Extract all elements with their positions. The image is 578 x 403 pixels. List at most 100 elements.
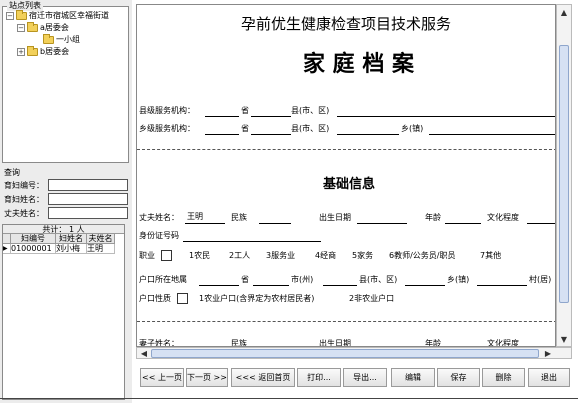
column-header[interactable]: 夫姓名 <box>87 234 115 244</box>
blank-line <box>357 223 407 224</box>
section-divider <box>137 149 555 150</box>
query-row: 丈夫姓名： <box>4 207 128 219</box>
blank-line <box>527 223 555 224</box>
occupation-option: 3服务业 <box>266 251 296 260</box>
husband-name-label: 丈夫姓名： <box>139 213 179 222</box>
county-label: 县(市、区) <box>359 275 398 284</box>
occupation-option: 5家务 <box>352 251 374 260</box>
tree-node-a-committee[interactable]: − a居委会 <box>17 22 69 34</box>
folder-icon <box>43 34 54 44</box>
occupation-option: 6教师/公务员/职员 <box>389 251 456 260</box>
village-label: 村(居) <box>529 275 552 284</box>
town-org-label: 乡级服务机构： <box>139 124 195 133</box>
tree-node-label: 一小组 <box>56 35 80 44</box>
husband-name-value: 王明 <box>187 212 203 221</box>
tree-node-b-committee[interactable]: + b居委会 <box>17 46 69 58</box>
next-page-button[interactable]: 下一页 >> <box>186 368 228 387</box>
birth-date-label: 出生日期 <box>319 213 351 222</box>
record-grid: 共计： 1 人 妇编号 妇姓名 夫姓名 ▶ 01000001 刘小梅 王明 <box>2 224 125 400</box>
exit-button[interactable]: 退出 <box>528 368 570 387</box>
folder-icon <box>27 46 38 56</box>
section-title: 基础信息 <box>323 177 376 192</box>
grid-header: 妇编号 妇姓名 夫姓名 <box>3 234 124 244</box>
prev-page-button[interactable]: << 上一页 <box>140 368 184 387</box>
blank-line <box>183 241 321 242</box>
scroll-thumb[interactable] <box>559 45 569 303</box>
blank-line <box>253 285 289 286</box>
save-button[interactable]: 保存 <box>437 368 480 387</box>
hukou-option: 1农业户口(含界定为农村居民者) <box>199 294 315 303</box>
blank-line <box>185 223 225 224</box>
query-row: 育妇编号： <box>4 179 128 191</box>
column-header[interactable]: 妇编号 <box>11 234 56 244</box>
education-label: 文化程度 <box>487 339 519 347</box>
township-label: 乡(镇) <box>401 124 424 133</box>
wife-name-input[interactable] <box>48 193 128 205</box>
row-selector-icon: ▶ <box>3 244 11 254</box>
province-label: 省 <box>241 275 249 284</box>
first-page-button[interactable]: <<< 返回首页 <box>231 368 295 387</box>
vertical-scrollbar[interactable]: ▲ ▼ <box>556 4 572 347</box>
expand-icon[interactable]: + <box>17 48 25 56</box>
left-panel: 站点列表 − 宿迁市宿城区幸福街道 − a居委会 一小组 + b居委会 查询 育… <box>0 0 132 403</box>
province-label: 省 <box>241 124 249 133</box>
section-divider <box>137 321 555 322</box>
table-cell[interactable]: 01000001 <box>11 244 56 254</box>
occupation-option: 2工人 <box>229 251 251 260</box>
blank-line <box>205 134 239 135</box>
delete-button[interactable]: 删除 <box>482 368 525 387</box>
button-bar: << 上一页 下一页 >> <<< 返回首页 打印... 导出... 编辑 保存… <box>136 368 574 388</box>
query-group: 查询 育妇编号： 育妇姓名： 丈夫姓名： <box>2 168 129 221</box>
folder-icon <box>16 10 27 20</box>
blank-line <box>337 134 399 135</box>
query-label: 育妇编号： <box>4 180 44 190</box>
export-button[interactable]: 导出... <box>343 368 387 387</box>
record-count: 共计： 1 人 <box>3 225 124 234</box>
province-label: 省 <box>241 106 249 115</box>
occupation-option: 7其他 <box>480 251 502 260</box>
site-tree: 站点列表 − 宿迁市宿城区幸福街道 − a居委会 一小组 + b居委会 <box>2 1 129 163</box>
tree-node-street[interactable]: − 宿迁市宿城区幸福街道 <box>6 10 109 22</box>
ethnicity-label: 民族 <box>231 339 247 347</box>
print-button[interactable]: 打印... <box>297 368 341 387</box>
table-row[interactable]: ▶ 01000001 刘小梅 王明 <box>3 244 124 254</box>
wife-id-input[interactable] <box>48 179 128 191</box>
husband-name-input[interactable] <box>48 207 128 219</box>
hukou-place-label: 户口所在地属 <box>139 275 187 284</box>
table-cell[interactable]: 刘小梅 <box>56 244 87 254</box>
column-header[interactable]: 妇姓名 <box>56 234 87 244</box>
query-label: 丈夫姓名： <box>4 208 44 218</box>
occupation-checkbox[interactable] <box>161 250 172 261</box>
tree-node-group-1[interactable]: 一小组 <box>43 34 80 46</box>
collapse-icon[interactable]: − <box>6 12 14 20</box>
scroll-thumb[interactable] <box>151 349 539 358</box>
status-divider <box>0 398 578 399</box>
scroll-left-icon[interactable]: ◀ <box>137 346 151 360</box>
table-cell[interactable]: 王明 <box>87 244 115 254</box>
scroll-up-icon[interactable]: ▲ <box>557 5 571 19</box>
blank-line <box>323 285 357 286</box>
tree-node-label: a居委会 <box>40 23 69 32</box>
edit-button[interactable]: 编辑 <box>391 368 435 387</box>
document-view[interactable]: 孕前优生健康检查项目技术服务 家 庭 档 案 县级服务机构： 省 县(市、区) … <box>136 4 556 347</box>
age-label: 年龄 <box>425 339 441 347</box>
township-label: 乡(镇) <box>447 275 470 284</box>
scroll-down-icon[interactable]: ▼ <box>557 332 571 346</box>
query-title: 查询 <box>4 168 20 177</box>
tree-node-label: b居委会 <box>40 47 70 56</box>
id-number-label: 身份证号码 <box>139 231 179 240</box>
collapse-icon[interactable]: − <box>17 24 25 32</box>
hukou-option: 2非农业户口 <box>349 294 395 303</box>
document-title: 家 庭 档 案 <box>303 51 414 77</box>
blank-line <box>251 134 291 135</box>
city-label: 市(州) <box>291 275 314 284</box>
blank-line <box>337 116 555 117</box>
blank-line <box>259 223 291 224</box>
blank-line <box>199 285 239 286</box>
query-row: 育妇姓名： <box>4 193 128 205</box>
hukou-type-checkbox[interactable] <box>177 293 188 304</box>
horizontal-scrollbar[interactable]: ◀ ▶ <box>136 347 572 359</box>
grid-corner <box>3 234 11 244</box>
scroll-right-icon[interactable]: ▶ <box>541 346 555 360</box>
blank-line <box>251 116 291 117</box>
